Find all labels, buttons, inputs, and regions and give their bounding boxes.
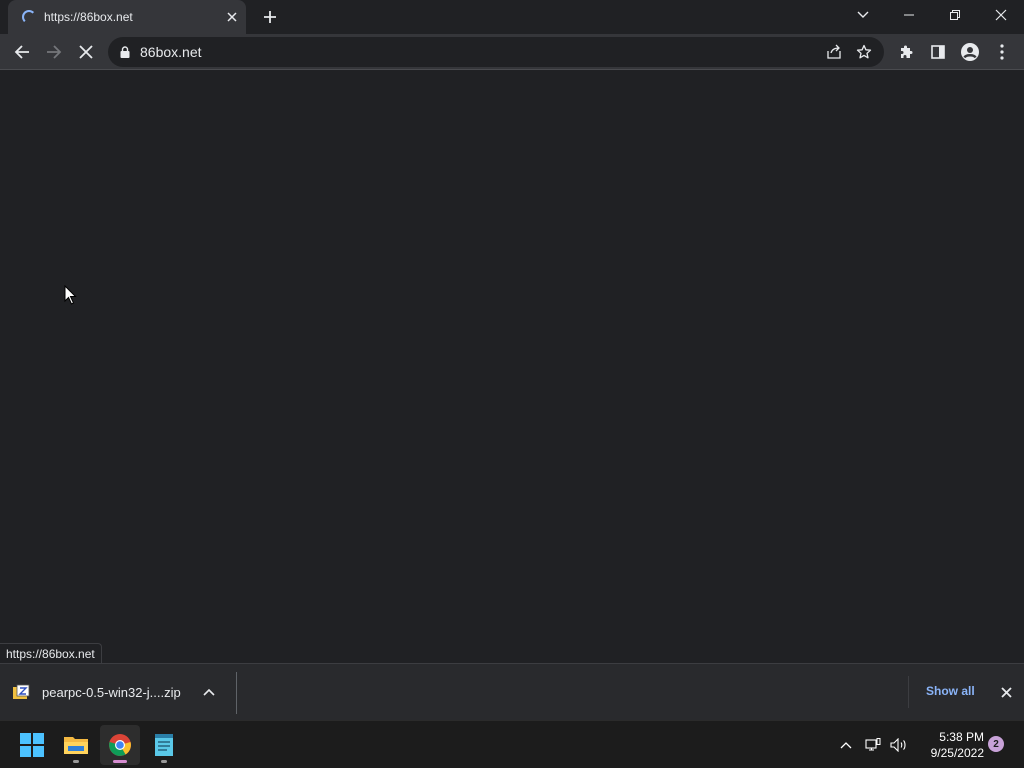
network-icon — [865, 738, 881, 751]
divider — [236, 672, 237, 714]
profile-button[interactable] — [956, 38, 984, 66]
restore-icon — [950, 10, 960, 20]
arrow-left-icon — [14, 45, 29, 59]
divider — [908, 676, 909, 708]
tab-search-button[interactable] — [840, 0, 886, 30]
extensions-button[interactable] — [892, 38, 920, 66]
menu-button[interactable] — [988, 38, 1016, 66]
close-icon — [79, 45, 93, 59]
loading-spinner-icon — [22, 10, 36, 24]
side-panel-icon — [931, 45, 945, 59]
profile-icon — [961, 43, 979, 61]
arrow-right-icon — [47, 45, 62, 59]
puzzle-icon — [901, 45, 913, 58]
notepad-icon — [155, 734, 173, 756]
show-all-downloads-link[interactable]: Show all — [926, 684, 975, 698]
forward-button[interactable] — [40, 38, 68, 66]
running-indicator — [113, 760, 127, 763]
stop-loading-button[interactable] — [72, 38, 100, 66]
lock-icon[interactable] — [120, 46, 130, 58]
screen: https://86box.net 86box.net https://86bo… — [0, 0, 1024, 768]
running-indicator — [73, 760, 79, 763]
status-bubble-url: https://86box.net — [0, 643, 102, 663]
minimize-icon — [904, 14, 914, 16]
taskbar-chrome[interactable] — [100, 725, 140, 765]
windows-logo-icon — [20, 733, 44, 757]
download-bar: pearpc-0.5-win32-j....zip Show all — [0, 663, 1024, 720]
folder-icon — [64, 737, 88, 754]
close-download-bar-button[interactable] — [996, 682, 1016, 702]
taskbar-clock[interactable]: 5:38 PM 9/25/2022 — [912, 729, 984, 761]
tab-active[interactable]: https://86box.net — [8, 0, 246, 34]
mouse-cursor-icon — [64, 285, 77, 305]
speaker-icon — [890, 738, 906, 752]
download-filename[interactable]: pearpc-0.5-win32-j....zip — [42, 685, 181, 700]
show-hidden-icons-button[interactable] — [836, 735, 856, 755]
taskbar-file-explorer[interactable] — [56, 725, 96, 765]
running-indicator — [161, 760, 167, 763]
download-item[interactable]: pearpc-0.5-win32-j....zip — [12, 676, 219, 708]
taskbar: 5:38 PM 9/25/2022 — [0, 720, 1024, 768]
address-bar[interactable]: 86box.net — [108, 37, 884, 67]
page-content[interactable] — [0, 71, 1024, 663]
bookmark-button[interactable] — [852, 40, 876, 64]
star-icon — [856, 44, 872, 59]
omnibox-actions — [822, 40, 876, 64]
more-vert-icon — [1000, 44, 1004, 60]
new-tab-button[interactable] — [258, 6, 282, 28]
close-icon — [227, 12, 237, 22]
clock-date: 9/25/2022 — [930, 746, 984, 760]
clock-time: 5:38 PM — [939, 730, 984, 744]
volume-button[interactable] — [886, 735, 912, 755]
browser-toolbar: 86box.net — [0, 34, 1024, 70]
network-button[interactable] — [860, 735, 886, 755]
tab-title: https://86box.net — [44, 10, 133, 24]
restore-button[interactable] — [932, 0, 978, 30]
chevron-up-icon — [840, 742, 852, 749]
address-url[interactable]: 86box.net — [140, 44, 202, 60]
chevron-up-icon — [203, 688, 215, 696]
close-icon — [995, 9, 1007, 21]
taskbar-notepad[interactable] — [144, 725, 184, 765]
share-icon — [827, 44, 841, 59]
zip-file-icon — [13, 684, 30, 699]
window-controls — [840, 0, 1024, 30]
notification-badge[interactable]: 2 — [988, 736, 1004, 752]
share-button[interactable] — [822, 40, 846, 64]
chrome-icon — [109, 734, 131, 756]
close-window-button[interactable] — [978, 0, 1024, 30]
system-tray — [836, 721, 912, 768]
side-panel-button[interactable] — [924, 38, 952, 66]
tab-close-button[interactable] — [222, 7, 242, 27]
chevron-down-icon — [857, 11, 869, 18]
start-button[interactable] — [12, 725, 52, 765]
back-button[interactable] — [8, 38, 36, 66]
close-icon — [1000, 686, 1012, 698]
download-options-button[interactable] — [199, 682, 219, 702]
tab-strip: https://86box.net — [0, 0, 1024, 34]
plus-icon — [264, 11, 276, 23]
minimize-button[interactable] — [886, 0, 932, 30]
